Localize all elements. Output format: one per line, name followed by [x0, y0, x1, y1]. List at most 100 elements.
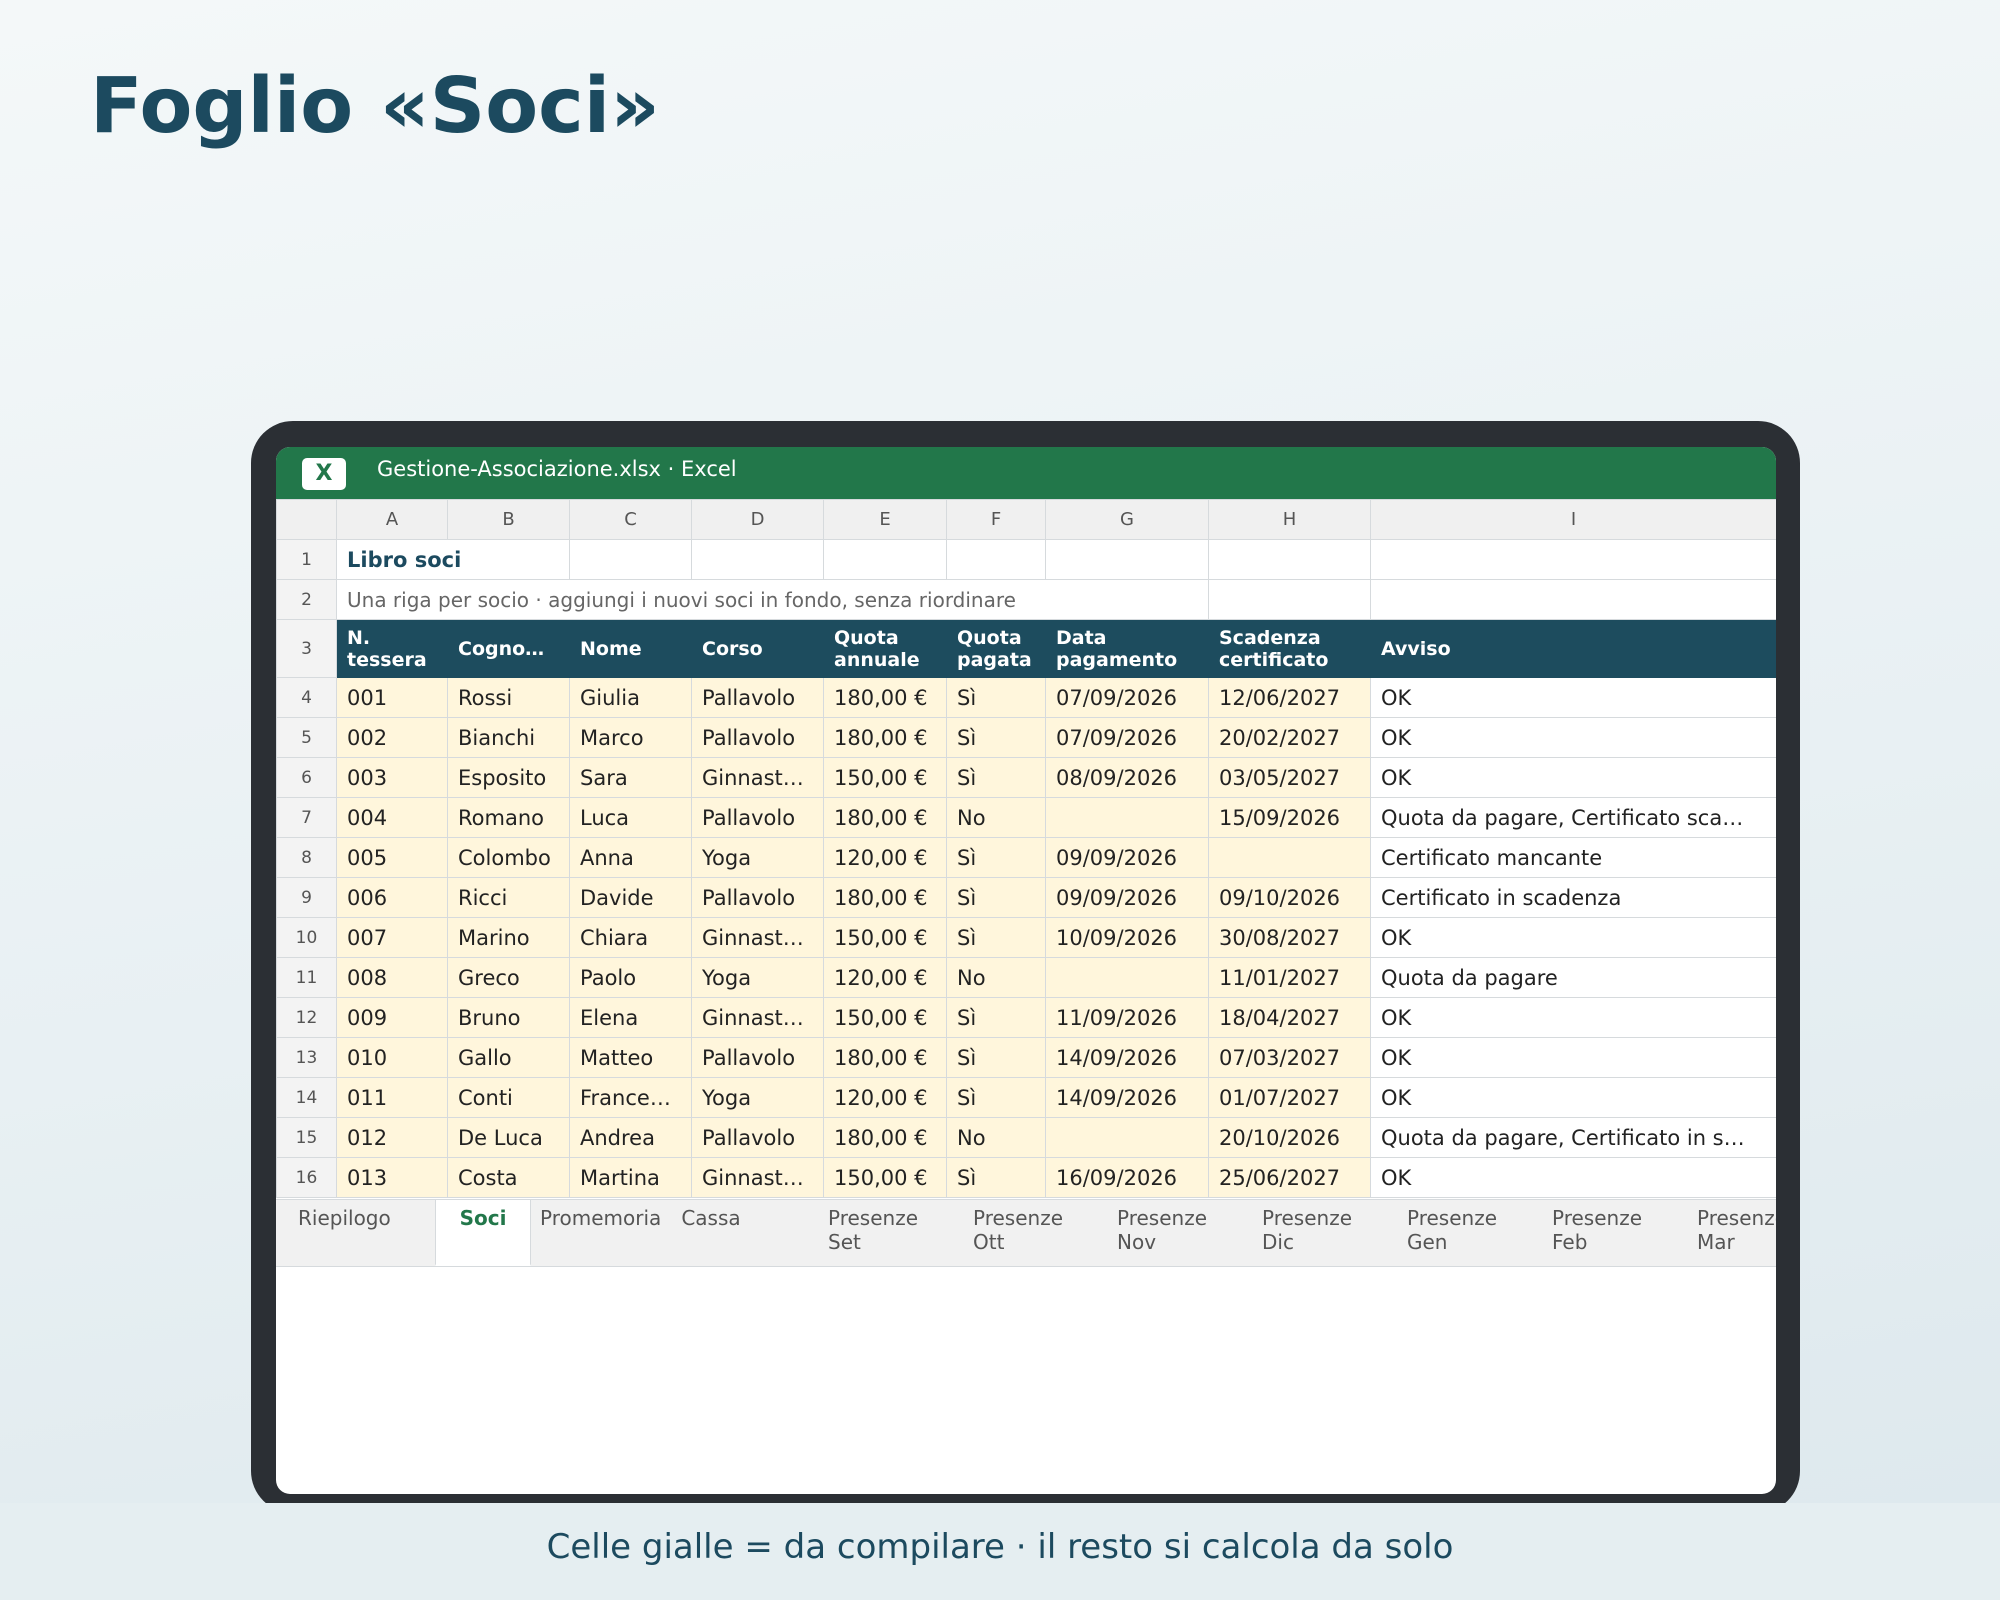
cell-scadenza-certificato[interactable]: 07/03/2027	[1208, 1037, 1371, 1078]
cell[interactable]	[823, 539, 947, 580]
cell-nome[interactable]: Elena	[569, 997, 692, 1038]
cell-quota-annuale[interactable]: 150,00 €	[823, 1157, 947, 1198]
cell-corso[interactable]: Ginnast…	[691, 997, 824, 1038]
cell-scadenza-certificato[interactable]: 30/08/2027	[1208, 917, 1371, 958]
cell-corso[interactable]: Ginnast…	[691, 917, 824, 958]
cell-avviso[interactable]: OK	[1370, 677, 1776, 718]
column-header-d[interactable]: D	[691, 499, 824, 540]
cell-corso[interactable]: Pallavolo	[691, 677, 824, 718]
cell-nome[interactable]: Marco	[569, 717, 692, 758]
cell-quota-pagata[interactable]: Sì	[946, 757, 1046, 798]
cell-tessera[interactable]: 001	[336, 677, 448, 718]
column-header-e[interactable]: E	[823, 499, 947, 540]
row-number[interactable]: 8	[276, 837, 337, 878]
cell-quota-annuale[interactable]: 120,00 €	[823, 837, 947, 878]
row-number[interactable]: 15	[276, 1117, 337, 1158]
sheet-title-cell[interactable]: Libro soci	[336, 539, 570, 580]
cell-tessera[interactable]: 009	[336, 997, 448, 1038]
cell-data-pagamento[interactable]: 16/09/2026	[1045, 1157, 1209, 1198]
sheet-tab-presenze-set[interactable]: Presenze Set	[828, 1200, 918, 1266]
sheet-tab-presenze-nov[interactable]: Presenze Nov	[1117, 1200, 1207, 1266]
row-number[interactable]: 10	[276, 917, 337, 958]
cell[interactable]	[1045, 539, 1209, 580]
cell-avviso[interactable]: OK	[1370, 1037, 1776, 1078]
cell-quota-pagata[interactable]: Sì	[946, 677, 1046, 718]
cell-quota-annuale[interactable]: 120,00 €	[823, 957, 947, 998]
cell-tessera[interactable]: 013	[336, 1157, 448, 1198]
cell-cognome[interactable]: De Luca	[447, 1117, 570, 1158]
row-number[interactable]: 4	[276, 677, 337, 718]
cell-corso[interactable]: Yoga	[691, 837, 824, 878]
cell-avviso[interactable]: Quota da pagare, Certificato sca…	[1370, 797, 1776, 838]
cell-data-pagamento[interactable]: 10/09/2026	[1045, 917, 1209, 958]
sheet-tab-presenze-ott[interactable]: Presenze Ott	[973, 1200, 1063, 1266]
cell[interactable]	[946, 539, 1046, 580]
row-number[interactable]: 6	[276, 757, 337, 798]
cell-scadenza-certificato[interactable]: 09/10/2026	[1208, 877, 1371, 918]
cell-data-pagamento[interactable]	[1045, 797, 1209, 838]
cell-nome[interactable]: Sara	[569, 757, 692, 798]
row-number[interactable]: 16	[276, 1157, 337, 1198]
cell-cognome[interactable]: Conti	[447, 1077, 570, 1118]
column-header-b[interactable]: B	[447, 499, 570, 540]
cell-data-pagamento[interactable]: 08/09/2026	[1045, 757, 1209, 798]
cell-scadenza-certificato[interactable]: 25/06/2027	[1208, 1157, 1371, 1198]
cell-cognome[interactable]: Bianchi	[447, 717, 570, 758]
cell-cognome[interactable]: Esposito	[447, 757, 570, 798]
cell-data-pagamento[interactable]: 07/09/2026	[1045, 677, 1209, 718]
cell-quota-annuale[interactable]: 120,00 €	[823, 1077, 947, 1118]
cell-avviso[interactable]: OK	[1370, 917, 1776, 958]
cell-quota-pagata[interactable]: Sì	[946, 877, 1046, 918]
header-cell-scadenza-certificato[interactable]: Scadenza certificato	[1208, 619, 1371, 678]
row-number[interactable]: 11	[276, 957, 337, 998]
cell-data-pagamento[interactable]: 14/09/2026	[1045, 1037, 1209, 1078]
cell-data-pagamento[interactable]: 09/09/2026	[1045, 837, 1209, 878]
cell-data-pagamento[interactable]: 11/09/2026	[1045, 997, 1209, 1038]
sheet-tab-cassa[interactable]: Cassa	[668, 1200, 754, 1266]
cell-scadenza-certificato[interactable]	[1208, 837, 1371, 878]
row-number[interactable]: 9	[276, 877, 337, 918]
row-number[interactable]: 3	[276, 619, 337, 678]
column-header-i[interactable]: I	[1370, 499, 1776, 540]
row-number[interactable]: 1	[276, 539, 337, 580]
cell-cognome[interactable]: Costa	[447, 1157, 570, 1198]
cell-corso[interactable]: Yoga	[691, 1077, 824, 1118]
cell-cognome[interactable]: Romano	[447, 797, 570, 838]
header-cell-cognome[interactable]: Cogno…	[447, 619, 570, 678]
header-cell-quota-pagata[interactable]: Quota pagata	[946, 619, 1046, 678]
cell-quota-annuale[interactable]: 150,00 €	[823, 917, 947, 958]
cell-tessera[interactable]: 005	[336, 837, 448, 878]
cell[interactable]	[1208, 579, 1371, 620]
row-number[interactable]: 14	[276, 1077, 337, 1118]
cell-quota-annuale[interactable]: 180,00 €	[823, 877, 947, 918]
cell-avviso[interactable]: Certificato in scadenza	[1370, 877, 1776, 918]
cell-quota-pagata[interactable]: Sì	[946, 1157, 1046, 1198]
cell-data-pagamento[interactable]: 09/09/2026	[1045, 877, 1209, 918]
cell-avviso[interactable]: Certificato mancante	[1370, 837, 1776, 878]
sheet-tab-presenze-mar[interactable]: Presenze Mar	[1697, 1200, 1776, 1266]
row-number[interactable]: 2	[276, 579, 337, 620]
cell-tessera[interactable]: 008	[336, 957, 448, 998]
sheet-tab-riepilogo[interactable]: Riepilogo	[298, 1200, 391, 1266]
cell-scadenza-certificato[interactable]: 20/02/2027	[1208, 717, 1371, 758]
cell-scadenza-certificato[interactable]: 20/10/2026	[1208, 1117, 1371, 1158]
cell-corso[interactable]: Yoga	[691, 957, 824, 998]
row-number[interactable]: 5	[276, 717, 337, 758]
cell-nome[interactable]: France…	[569, 1077, 692, 1118]
cell-nome[interactable]: Anna	[569, 837, 692, 878]
cell-quota-pagata[interactable]: Sì	[946, 917, 1046, 958]
cell-corso[interactable]: Pallavolo	[691, 717, 824, 758]
cell-nome[interactable]: Giulia	[569, 677, 692, 718]
cell-avviso[interactable]: OK	[1370, 1077, 1776, 1118]
cell-scadenza-certificato[interactable]: 12/06/2027	[1208, 677, 1371, 718]
cell-avviso[interactable]: OK	[1370, 997, 1776, 1038]
header-cell-nome[interactable]: Nome	[569, 619, 692, 678]
column-header-g[interactable]: G	[1045, 499, 1209, 540]
cell-quota-pagata[interactable]: No	[946, 1117, 1046, 1158]
row-number[interactable]: 7	[276, 797, 337, 838]
cell-quota-pagata[interactable]: No	[946, 957, 1046, 998]
cell-data-pagamento[interactable]: 14/09/2026	[1045, 1077, 1209, 1118]
cell[interactable]	[1208, 539, 1371, 580]
cell-cognome[interactable]: Marino	[447, 917, 570, 958]
cell[interactable]	[1370, 579, 1776, 620]
